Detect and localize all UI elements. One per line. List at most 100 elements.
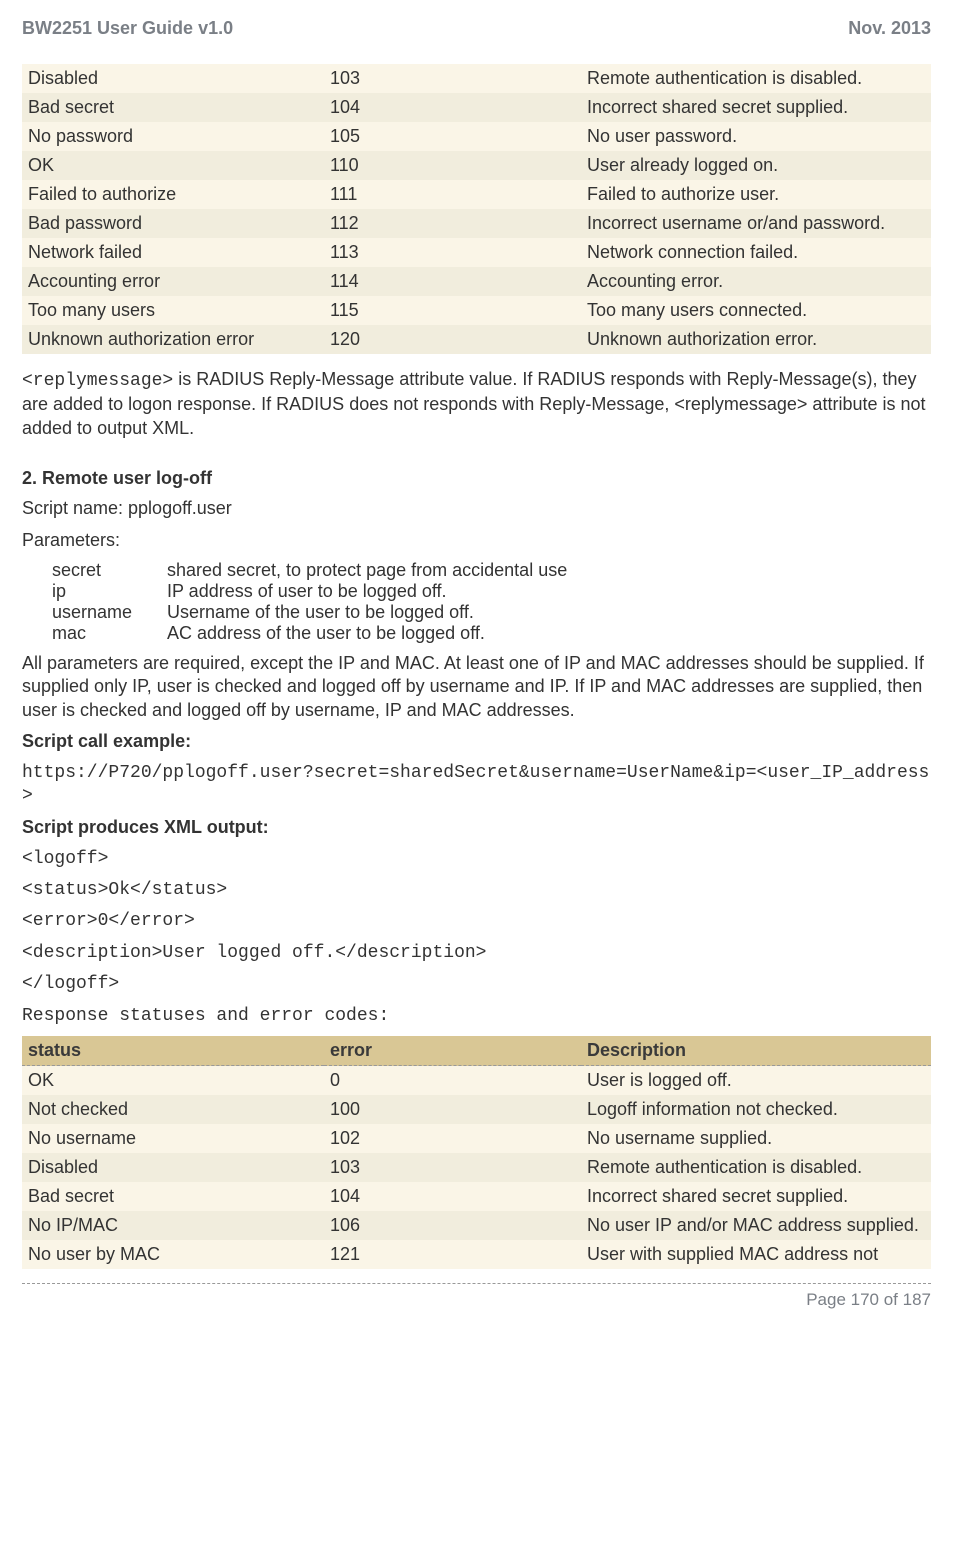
- xml-line: <logoff>: [22, 848, 931, 871]
- cell-desc: User with supplied MAC address not: [581, 1240, 931, 1269]
- cell-desc: Remote authentication is disabled.: [581, 1153, 931, 1182]
- cell-error: 110: [324, 151, 581, 180]
- replymessage-tag: <replymessage>: [22, 371, 173, 391]
- cell-error: 100: [324, 1095, 581, 1124]
- cell-status: No user by MAC: [22, 1240, 324, 1269]
- table-row: Bad secret104Incorrect shared secret sup…: [22, 93, 931, 122]
- cell-error: 0: [324, 1066, 581, 1096]
- cell-desc: Unknown authorization error.: [581, 325, 931, 354]
- cell-status: Bad secret: [22, 1182, 324, 1211]
- header-right: Nov. 2013: [848, 18, 931, 39]
- table-row: Accounting error114Accounting error.: [22, 267, 931, 296]
- cell-desc: Incorrect username or/and password.: [581, 209, 931, 238]
- header-left: BW2251 User Guide v1.0: [22, 18, 233, 39]
- cell-desc: Logoff information not checked.: [581, 1095, 931, 1124]
- cell-status: Disabled: [22, 64, 324, 93]
- parameters-label: Parameters:: [22, 529, 931, 552]
- xml-line: <error>0</error>: [22, 910, 931, 933]
- cell-desc: Too many users connected.: [581, 296, 931, 325]
- param-desc: Username of the user to be logged off.: [167, 602, 474, 623]
- cell-status: Unknown authorization error: [22, 325, 324, 354]
- param-name: mac: [52, 623, 167, 644]
- table-row: Failed to authorize111Failed to authoriz…: [22, 180, 931, 209]
- param-desc: IP address of user to be logged off.: [167, 581, 447, 602]
- response-statuses-label: Response statuses and error codes:: [22, 1005, 931, 1028]
- cell-error: 114: [324, 267, 581, 296]
- table2-header-description: Description: [581, 1036, 931, 1066]
- cell-error: 121: [324, 1240, 581, 1269]
- cell-status: Disabled: [22, 1153, 324, 1182]
- cell-status: OK: [22, 151, 324, 180]
- cell-desc: No user IP and/or MAC address supplied.: [581, 1211, 931, 1240]
- table2-header-status: status: [22, 1036, 324, 1066]
- cell-status: No username: [22, 1124, 324, 1153]
- script-call-label: Script call example:: [22, 730, 931, 753]
- cell-error: 103: [324, 1153, 581, 1182]
- cell-status: Not checked: [22, 1095, 324, 1124]
- page-header: BW2251 User Guide v1.0 Nov. 2013: [22, 18, 931, 39]
- table-row: Disabled103Remote authentication is disa…: [22, 1153, 931, 1182]
- table-row: No user by MAC121User with supplied MAC …: [22, 1240, 931, 1269]
- param-desc: shared secret, to protect page from acci…: [167, 560, 567, 581]
- table-row: Bad secret104Incorrect shared secret sup…: [22, 1182, 931, 1211]
- cell-desc: Failed to authorize user.: [581, 180, 931, 209]
- status-table-2: status error Description OK0User is logg…: [22, 1036, 931, 1269]
- cell-status: No IP/MAC: [22, 1211, 324, 1240]
- param-name: username: [52, 602, 167, 623]
- cell-status: No password: [22, 122, 324, 151]
- cell-error: 106: [324, 1211, 581, 1240]
- section-2-title: 2. Remote user log-off: [22, 468, 931, 489]
- cell-status: Too many users: [22, 296, 324, 325]
- cell-error: 104: [324, 1182, 581, 1211]
- cell-desc: No username supplied.: [581, 1124, 931, 1153]
- cell-desc: No user password.: [581, 122, 931, 151]
- cell-desc: Incorrect shared secret supplied.: [581, 1182, 931, 1211]
- cell-desc: User already logged on.: [581, 151, 931, 180]
- script-call-example: https://P720/pplogoff.user?secret=shared…: [22, 762, 931, 809]
- cell-error: 111: [324, 180, 581, 209]
- table-row: Too many users115Too many users connecte…: [22, 296, 931, 325]
- parameters-note: All parameters are required, except the …: [22, 652, 931, 722]
- cell-error: 112: [324, 209, 581, 238]
- table-row: Bad password112Incorrect username or/and…: [22, 209, 931, 238]
- param-name: ip: [52, 581, 167, 602]
- cell-desc: Remote authentication is disabled.: [581, 64, 931, 93]
- cell-error: 113: [324, 238, 581, 267]
- xml-output-label: Script produces XML output:: [22, 816, 931, 839]
- cell-error: 103: [324, 64, 581, 93]
- param-row: macAC address of the user to be logged o…: [52, 623, 931, 644]
- cell-error: 120: [324, 325, 581, 354]
- param-row: ipIP address of user to be logged off.: [52, 581, 931, 602]
- xml-line: <status>Ok</status>: [22, 879, 931, 902]
- cell-error: 115: [324, 296, 581, 325]
- cell-error: 105: [324, 122, 581, 151]
- cell-status: Failed to authorize: [22, 180, 324, 209]
- status-table-1: Disabled103Remote authentication is disa…: [22, 64, 931, 354]
- param-row: secretshared secret, to protect page fro…: [52, 560, 931, 581]
- xml-line: </logoff>: [22, 973, 931, 996]
- table-row: No username102No username supplied.: [22, 1124, 931, 1153]
- cell-desc: Accounting error.: [581, 267, 931, 296]
- cell-desc: Network connection failed.: [581, 238, 931, 267]
- param-name: secret: [52, 560, 167, 581]
- cell-desc: Incorrect shared secret supplied.: [581, 93, 931, 122]
- param-row: usernameUsername of the user to be logge…: [52, 602, 931, 623]
- table-row: OK110User already logged on.: [22, 151, 931, 180]
- cell-status: Bad password: [22, 209, 324, 238]
- cell-error: 102: [324, 1124, 581, 1153]
- table-row: Network failed113Network connection fail…: [22, 238, 931, 267]
- table-row: Not checked100Logoff information not che…: [22, 1095, 931, 1124]
- script-name-line: Script name: pplogoff.user: [22, 497, 931, 520]
- replymessage-para: <replymessage> is RADIUS Reply-Message a…: [22, 368, 931, 440]
- cell-desc: User is logged off.: [581, 1066, 931, 1096]
- table-row: No IP/MAC106No user IP and/or MAC addres…: [22, 1211, 931, 1240]
- param-desc: AC address of the user to be logged off.: [167, 623, 485, 644]
- table2-header-error: error: [324, 1036, 581, 1066]
- xml-line: <description>User logged off.</descripti…: [22, 942, 931, 965]
- cell-error: 104: [324, 93, 581, 122]
- table-row: OK0User is logged off.: [22, 1066, 931, 1096]
- page-footer: Page 170 of 187: [22, 1283, 931, 1310]
- cell-status: Network failed: [22, 238, 324, 267]
- parameter-list: secretshared secret, to protect page fro…: [52, 560, 931, 644]
- table-row: No password105No user password.: [22, 122, 931, 151]
